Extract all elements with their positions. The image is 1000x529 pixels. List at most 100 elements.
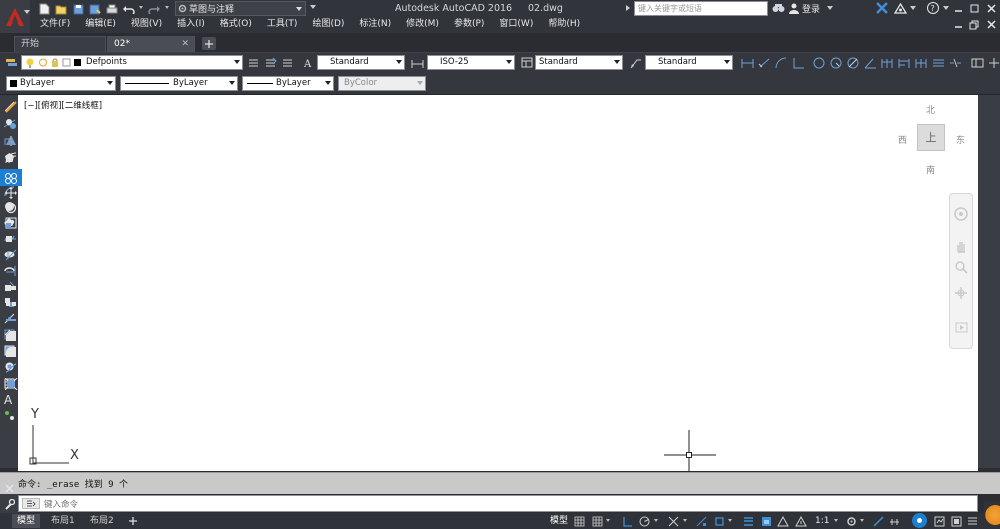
viewcube-east[interactable]: 东 [956, 133, 965, 146]
layout-tab-layout2[interactable]: 布局2 [85, 514, 119, 528]
layout-tab-model[interactable]: 模型 [12, 514, 41, 528]
units-icon[interactable] [888, 515, 900, 527]
multiline-text-icon[interactable]: A [3, 393, 15, 405]
login-label[interactable]: 登录 [802, 2, 820, 15]
linetype-select[interactable]: ByLayer [120, 76, 238, 91]
annotation-monitor-icon[interactable] [872, 515, 884, 527]
snap-mode-icon[interactable] [591, 515, 603, 527]
grid-icon[interactable] [573, 515, 585, 527]
menu-parametric[interactable]: 参数(P) [454, 17, 484, 32]
menu-modify[interactable]: 修改(M) [406, 17, 439, 32]
ordinate-dim-icon[interactable] [791, 55, 806, 70]
text-style-select[interactable]: Standard [317, 55, 405, 70]
viewcube-top-face[interactable]: 上 [917, 124, 945, 151]
add-selected-icon[interactable] [3, 409, 15, 421]
menu-insert[interactable]: 插入(I) [177, 17, 205, 32]
radius-dim-icon[interactable] [812, 55, 827, 70]
binoculars-icon[interactable] [771, 1, 785, 15]
dim-style-select[interactable]: ISO-25 [427, 55, 515, 70]
baseline-dim-icon[interactable] [897, 55, 912, 70]
annotation-scale[interactable]: 1:1 [815, 514, 829, 528]
scale-icon[interactable] [4, 216, 17, 229]
fillet-icon[interactable] [4, 345, 17, 358]
menu-help[interactable]: 帮助(H) [548, 17, 580, 32]
annotation-visibility-icon[interactable] [777, 515, 789, 527]
steering-wheel-icon[interactable] [953, 206, 969, 222]
table-style-select[interactable]: Standard [535, 55, 623, 70]
blend-curves-icon[interactable] [4, 361, 17, 374]
viewcube-west[interactable]: 西 [898, 133, 907, 146]
menu-edit[interactable]: 编辑(E) [85, 17, 116, 32]
close-icon[interactable] [983, 0, 999, 16]
quick-dim-icon[interactable] [880, 55, 895, 70]
polar-dropdown-icon[interactable] [654, 519, 658, 522]
tolerance-icon[interactable] [970, 55, 985, 70]
mirror-icon[interactable] [4, 134, 17, 147]
plotstyle-select[interactable]: ByColor [338, 76, 426, 91]
help-icon[interactable]: ? [926, 1, 940, 15]
object-snap-tracking-icon[interactable] [695, 515, 707, 527]
mleader-style-select[interactable]: Standard [645, 55, 733, 70]
erase-icon[interactable] [4, 100, 17, 113]
user-icon[interactable] [788, 1, 800, 15]
make-current-layer-icon[interactable] [246, 55, 261, 70]
redo-dropdown-icon[interactable] [165, 6, 169, 9]
open-file-icon[interactable] [54, 2, 68, 16]
customize-wrench-icon[interactable] [3, 498, 15, 510]
search-input[interactable]: 键入关键字或短语 [634, 1, 768, 16]
drawing-canvas[interactable] [18, 95, 978, 471]
close-command-line-icon[interactable] [3, 482, 15, 494]
jogged-dim-icon[interactable] [829, 55, 844, 70]
exchange-apps-icon[interactable] [875, 1, 889, 15]
pan-hand-icon[interactable] [953, 238, 969, 254]
orbit-icon[interactable] [953, 285, 969, 301]
lineweight-select[interactable]: ByLayer [242, 76, 334, 91]
login-dropdown-icon[interactable] [827, 6, 833, 10]
notification-badge-icon[interactable] [984, 501, 1000, 529]
arc-length-icon[interactable] [774, 55, 789, 70]
dim-break-icon[interactable] [948, 55, 963, 70]
scale-dropdown-icon[interactable] [834, 519, 838, 522]
layer-properties-icon[interactable] [4, 55, 19, 70]
add-layout-icon[interactable] [126, 514, 139, 527]
layer-state-icon[interactable] [280, 55, 295, 70]
object-snap-icon[interactable] [713, 515, 725, 527]
center-mark-icon[interactable] [986, 55, 1000, 70]
menu-tools[interactable]: 工具(T) [267, 17, 298, 32]
menu-window[interactable]: 窗口(W) [499, 17, 533, 32]
linear-dim-icon[interactable] [740, 55, 755, 70]
model-space-toggle[interactable]: 模型 [550, 514, 568, 528]
layer-select[interactable]: Defpoints [21, 55, 243, 70]
app-menu-arrow-icon[interactable] [24, 10, 30, 14]
selection-cycling-icon[interactable] [760, 515, 772, 527]
workspace-select[interactable]: 草图与注释 [175, 1, 306, 16]
break-icon[interactable] [4, 297, 17, 310]
layout-tab-layout1[interactable]: 布局1 [46, 514, 80, 528]
menu-file[interactable]: 文件(F) [40, 17, 70, 32]
customize-qa-icon[interactable] [310, 5, 316, 9]
extend-icon[interactable] [4, 264, 17, 277]
save-as-icon[interactable] [88, 2, 102, 16]
dim-style-icon[interactable] [410, 55, 425, 70]
trim-icon[interactable] [4, 248, 17, 261]
viewcube-north[interactable]: 北 [926, 103, 935, 116]
clean-screen-icon[interactable] [950, 515, 962, 527]
menu-draw[interactable]: 绘图(D) [312, 17, 344, 32]
new-tab-button[interactable] [202, 37, 216, 50]
tab-start[interactable]: 开始 [14, 36, 106, 52]
doc-close-icon[interactable] [983, 17, 999, 32]
table-style-icon[interactable] [519, 55, 534, 70]
search-expand-icon[interactable] [626, 5, 630, 11]
break-at-point-icon[interactable] [4, 281, 17, 294]
workspace-switching-icon[interactable] [845, 515, 857, 527]
viewport-controls-label[interactable]: [−][俯视][二维线框] [24, 99, 102, 111]
recent-commands-icon[interactable] [22, 498, 40, 509]
copy-icon[interactable] [4, 117, 17, 130]
new-file-icon[interactable] [37, 2, 51, 16]
isodraft-icon[interactable] [667, 515, 679, 527]
doc-restore-icon[interactable] [966, 17, 982, 32]
plot-icon[interactable] [105, 2, 119, 16]
customization-icon[interactable] [966, 515, 978, 527]
menu-view[interactable]: 视图(V) [131, 17, 162, 32]
layer-previous-icon[interactable] [263, 55, 278, 70]
